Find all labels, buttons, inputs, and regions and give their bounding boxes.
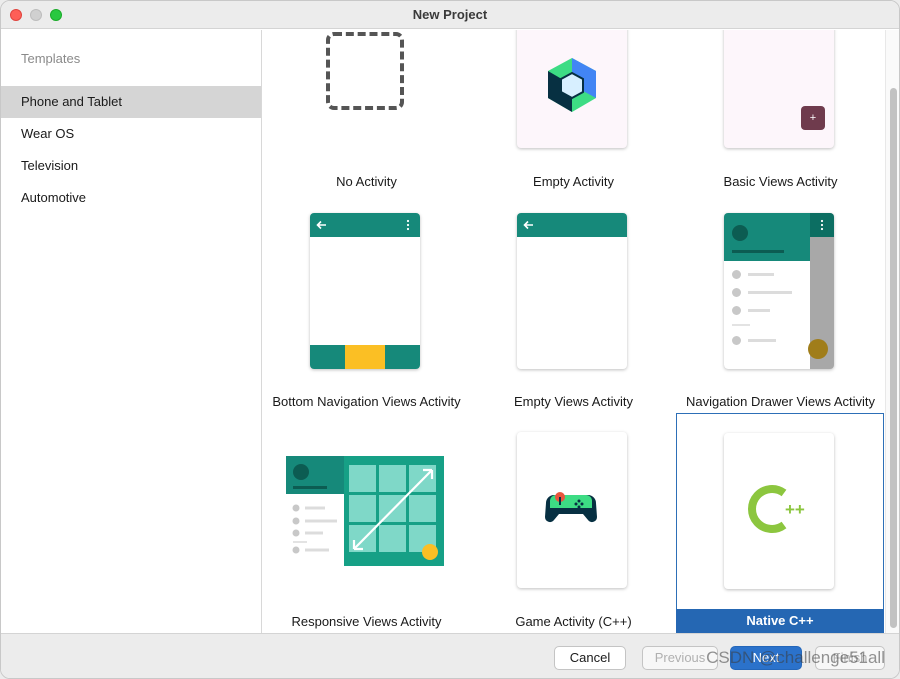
template-label: Basic Views Activity <box>723 174 838 189</box>
template-card-no-activity[interactable]: No Activity <box>263 30 470 220</box>
drawer-item <box>732 270 741 279</box>
template-label: No Activity <box>336 174 397 189</box>
previous-button[interactable]: Previous <box>642 646 718 670</box>
fab-plus-glyph: + <box>809 112 817 124</box>
drawer-header-line <box>732 250 784 253</box>
template-label: Empty Activity <box>533 174 614 189</box>
drawer-avatar <box>732 225 748 241</box>
template-label: Navigation Drawer Views Activity <box>685 394 876 409</box>
title-bar: New Project <box>1 1 899 29</box>
template-grid: No Activity Empty Activity + Basic Views… <box>263 30 885 633</box>
dashed-square-icon <box>326 32 404 110</box>
template-label: Bottom Navigation Views Activity <box>272 394 461 409</box>
phone-preview <box>517 30 627 148</box>
cancel-button[interactable]: Cancel <box>554 646 626 670</box>
template-card-basic-views-activity[interactable]: + Basic Views Activity <box>677 30 884 220</box>
template-card-game-activity-cpp[interactable]: Game Activity (C++) <box>470 413 677 633</box>
drawer-item <box>732 306 741 315</box>
template-card-bottom-navigation-views-activity[interactable]: Bottom Navigation Views Activity <box>263 210 470 430</box>
phone-preview: ++ <box>724 433 834 589</box>
responsive-tablet-icon <box>286 456 444 566</box>
next-button[interactable]: Next <box>730 646 802 670</box>
dialog-footer: Cancel Previous Next Finish CSDN @challe… <box>1 633 899 678</box>
nav-drawer-phone-icon <box>724 213 834 369</box>
bottom-navigation-selected-item <box>345 345 385 369</box>
bottom-nav-phone-icon <box>310 213 420 369</box>
drawer-item-line <box>748 339 776 342</box>
sidebar-item-automotive[interactable]: Automotive <box>1 182 261 214</box>
template-label: Native C++ <box>676 609 884 633</box>
template-card-empty-views-activity[interactable]: Empty Views Activity <box>470 210 677 430</box>
compose-hexagon-icon <box>548 58 596 112</box>
scrollbar-thumb[interactable] <box>890 88 897 628</box>
drawer-item-line <box>748 291 792 294</box>
drawer-item <box>732 288 741 297</box>
gamepad-icon <box>545 492 597 522</box>
fab-icon <box>808 339 828 359</box>
template-card-empty-activity[interactable]: Empty Activity <box>470 30 677 220</box>
cpp-plus-plus-text: ++ <box>785 500 805 519</box>
appbar-phone-icon <box>517 213 627 369</box>
template-card-responsive-views-activity[interactable]: Responsive Views Activity <box>263 413 470 633</box>
new-project-window: New Project Templates Phone and Tablet W… <box>0 0 900 679</box>
template-label: Game Activity (C++) <box>515 614 632 629</box>
templates-sidebar: Templates Phone and Tablet Wear OS Telev… <box>1 30 262 633</box>
cpp-logo-icon: ++ <box>748 485 805 533</box>
template-label: Responsive Views Activity <box>291 614 442 629</box>
back-arrow-icon <box>523 220 533 230</box>
window-title: New Project <box>412 7 488 22</box>
overflow-menu-icon <box>406 219 410 231</box>
template-card-native-cpp[interactable]: ++ Native C++ <box>676 413 884 633</box>
sidebar-item-television[interactable]: Television <box>1 150 261 182</box>
sidebar-item-wear-os[interactable]: Wear OS <box>1 118 261 150</box>
drawer-item-line <box>748 309 770 312</box>
finish-button[interactable]: Finish <box>815 646 885 670</box>
sidebar-item-phone-and-tablet[interactable]: Phone and Tablet <box>1 86 261 118</box>
back-arrow-icon <box>316 220 326 230</box>
drawer-item-line <box>748 273 774 276</box>
grid-scrollbar[interactable] <box>885 30 899 633</box>
phone-preview <box>517 432 627 588</box>
template-card-navigation-drawer-views-activity[interactable]: Navigation Drawer Views Activity <box>677 210 884 430</box>
phone-preview: + <box>724 30 834 148</box>
sidebar-heading: Templates <box>21 51 81 66</box>
drawer-item <box>732 336 741 345</box>
drawer-divider <box>732 324 750 326</box>
overflow-menu-icon <box>820 219 824 231</box>
template-label: Empty Views Activity <box>514 394 633 409</box>
fab-plus-icon: + <box>801 106 825 130</box>
